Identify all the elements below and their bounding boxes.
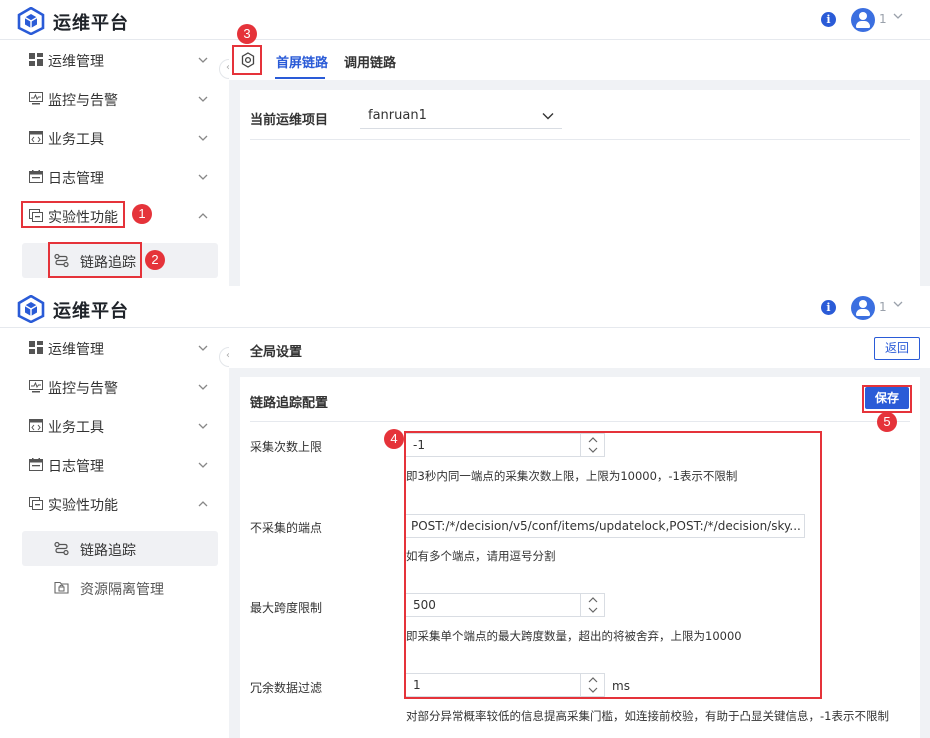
sidebar-item-monitor[interactable]: 监控与告警 xyxy=(0,367,229,406)
top-screenshot: 运维平台 i 1 运维管理 监控与告警 业务工具 日志管理 实验性功能 链路追踪… xyxy=(0,0,930,287)
monitor-icon xyxy=(29,92,43,105)
annotation-box-gear xyxy=(232,45,262,75)
sidebar-subitem-resource-isolation[interactable]: 资源隔离管理 xyxy=(22,570,218,605)
annotation-badge: 1 xyxy=(132,204,152,224)
dashboard-icon xyxy=(29,341,43,354)
avatar[interactable] xyxy=(851,8,875,32)
chevron-down-icon[interactable] xyxy=(892,10,904,22)
annotation-badge: 3 xyxy=(237,24,257,44)
dashboard-icon xyxy=(29,53,43,66)
app-header: 运维平台 i 1 xyxy=(0,0,930,40)
project-card: 当前运维项目 fanruan1 xyxy=(240,90,920,287)
sidebar-item-logs[interactable]: 日志管理 xyxy=(0,157,229,196)
calendar-icon xyxy=(29,458,43,471)
sidebar-item-label: 业务工具 xyxy=(48,132,104,148)
logo-icon xyxy=(17,295,45,323)
monitor-icon xyxy=(29,380,43,393)
annotation-box-trace xyxy=(48,242,142,278)
active-tab-indicator xyxy=(275,77,325,79)
annotation-badge: 4 xyxy=(384,429,404,449)
annotation-badge: 2 xyxy=(145,250,165,270)
annotation-badge: 5 xyxy=(877,412,897,432)
app-title: 运维平台 xyxy=(53,13,129,34)
annotation-box-fields xyxy=(404,431,822,699)
tab-call-chain[interactable]: 调用链路 xyxy=(344,52,396,71)
app-title: 运维平台 xyxy=(53,301,129,322)
redundant-filter-label: 冗余数据过滤 xyxy=(250,681,323,695)
chevron-down-icon xyxy=(542,113,554,120)
chevron-up-icon xyxy=(198,213,208,219)
divider xyxy=(250,421,910,422)
tab-first-screen[interactable]: 首屏链路 xyxy=(276,52,328,71)
info-icon[interactable]: i xyxy=(821,12,836,27)
sidebar-subitem-label: 链路追踪 xyxy=(80,543,136,559)
sidebar-subitem-trace[interactable]: 链路追踪 xyxy=(22,531,218,566)
sidebar-item-experimental[interactable]: 实验性功能 xyxy=(0,484,229,523)
info-icon[interactable]: i xyxy=(821,300,836,315)
code-icon xyxy=(29,419,43,432)
annotation-box-save xyxy=(862,385,912,413)
sidebar-item-monitor[interactable]: 监控与告警 xyxy=(0,79,229,118)
user-number[interactable]: 1 xyxy=(879,300,887,314)
sidebar-item-label: 监控与告警 xyxy=(48,93,118,109)
experiment-icon xyxy=(29,497,43,510)
chevron-down-icon xyxy=(198,174,208,180)
chevron-down-icon xyxy=(198,462,208,468)
divider xyxy=(250,139,910,140)
tab-bar: 首屏链路 调用链路 xyxy=(229,40,930,80)
sidebar-item-label: 实验性功能 xyxy=(48,498,118,514)
chevron-down-icon xyxy=(198,423,208,429)
page-title: 全局设置 xyxy=(250,345,303,360)
annotation-box-experimental xyxy=(21,201,125,228)
chevron-down-icon xyxy=(198,345,208,351)
project-select[interactable]: fanruan1 xyxy=(360,103,562,129)
excluded-endpoints-label: 不采集的端点 xyxy=(250,521,323,535)
chevron-down-icon xyxy=(198,384,208,390)
sidebar-item-label: 日志管理 xyxy=(48,171,104,187)
sidebar: 运维管理 监控与告警 业务工具 日志管理 实验性功能 链路追踪 xyxy=(0,328,229,738)
user-number[interactable]: 1 xyxy=(879,12,887,26)
logo-icon xyxy=(17,7,45,35)
sidebar-item-logs[interactable]: 日志管理 xyxy=(0,445,229,484)
sidebar-item-label: 日志管理 xyxy=(48,459,104,475)
avatar[interactable] xyxy=(851,296,875,320)
collect-limit-label: 采集次数上限 xyxy=(250,440,323,454)
max-span-label: 最大跨度限制 xyxy=(250,601,323,615)
sidebar-item-biz-tools[interactable]: 业务工具 xyxy=(0,406,229,445)
app-header: 运维平台 i 1 xyxy=(0,288,930,328)
sidebar-item-label: 运维管理 xyxy=(48,342,104,358)
code-icon xyxy=(29,131,43,144)
sidebar-item-ops[interactable]: 运维管理 xyxy=(0,40,229,79)
back-button[interactable]: 返回 xyxy=(874,337,920,360)
project-label: 当前运维项目 xyxy=(250,113,329,128)
config-title: 链路追踪配置 xyxy=(250,396,329,411)
sidebar-subitem-label: 资源隔离管理 xyxy=(80,582,164,598)
sidebar-item-label: 运维管理 xyxy=(48,54,104,70)
chevron-down-icon xyxy=(198,135,208,141)
sidebar-item-label: 监控与告警 xyxy=(48,381,118,397)
calendar-icon xyxy=(29,170,43,183)
project-select-value: fanruan1 xyxy=(368,108,427,123)
redundant-filter-hint: 对部分异常概率较低的信息提高采集门槛，如连接前校验，有助于凸显关键信息，-1表示… xyxy=(406,709,889,723)
bottom-screenshot: 运维平台 i 1 运维管理 监控与告警 业务工具 日志管理 实验性功能 链路追踪… xyxy=(0,288,930,738)
chevron-down-icon xyxy=(198,96,208,102)
trace-icon xyxy=(54,541,69,556)
resource-icon xyxy=(54,581,69,594)
chevron-down-icon[interactable] xyxy=(892,298,904,310)
sidebar-item-biz-tools[interactable]: 业务工具 xyxy=(0,118,229,157)
sidebar-item-ops[interactable]: 运维管理 xyxy=(0,328,229,367)
chevron-up-icon xyxy=(198,501,208,507)
sidebar-item-label: 业务工具 xyxy=(48,420,104,436)
settings-header: 全局设置 返回 xyxy=(229,328,930,368)
chevron-down-icon xyxy=(198,57,208,63)
